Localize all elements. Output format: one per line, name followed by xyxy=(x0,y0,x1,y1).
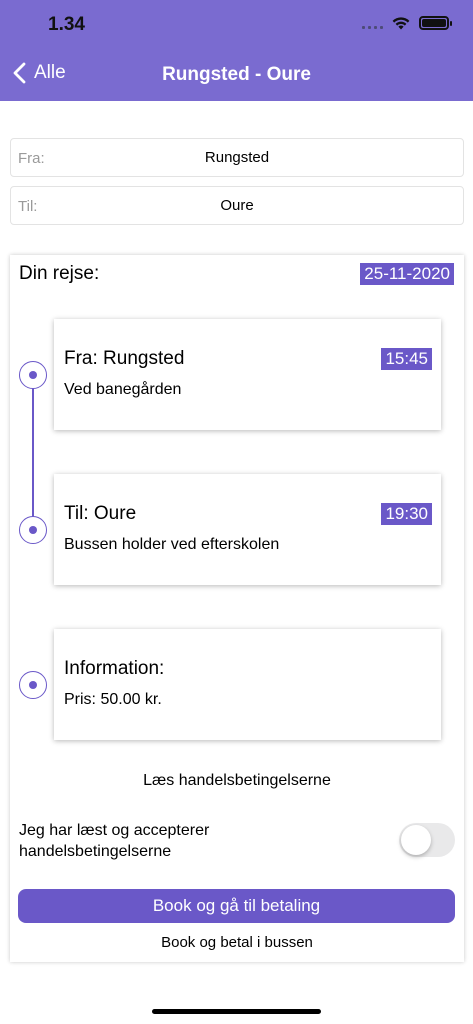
journey-heading: Din rejse: xyxy=(19,263,100,284)
book-pay-in-bus-button[interactable]: Book og betal i bussen xyxy=(10,934,464,951)
departure-title: Fra: Rungsted xyxy=(64,348,185,369)
arrival-time-badge: 19:30 xyxy=(381,503,432,525)
timeline-dot-icon xyxy=(19,671,47,699)
information-title: Information: xyxy=(64,658,165,679)
timeline-dot-icon xyxy=(19,361,47,389)
status-icons xyxy=(362,16,452,30)
battery-icon xyxy=(419,16,452,30)
from-value: Rungsted xyxy=(204,149,270,166)
arrival-stop-card: Til: Oure Bussen holder ved efterskolen … xyxy=(54,474,441,585)
departure-subtitle: Ved banegården xyxy=(64,381,182,398)
accept-terms-label: Jeg har læst og accepterer handelsbeting… xyxy=(19,822,210,860)
arrival-title: Til: Oure xyxy=(64,503,137,524)
navigation-bar: 1.34 Alle Rungsted - Oure xyxy=(0,0,473,101)
signal-icon xyxy=(362,17,383,29)
timeline-line xyxy=(32,375,34,530)
timeline-dot-icon xyxy=(19,516,47,544)
accept-terms-toggle[interactable] xyxy=(399,823,455,857)
departure-time-badge: 15:45 xyxy=(381,348,432,370)
information-card: Information: Pris: 50.00 kr. xyxy=(54,629,441,740)
to-field[interactable]: Til: Oure xyxy=(10,186,464,225)
status-time: 1.34 xyxy=(48,14,85,35)
home-indicator[interactable] xyxy=(152,1009,321,1014)
journey-card: Din rejse: 25-11-2020 Fra: Rungsted Ved … xyxy=(10,255,464,962)
page-title: Rungsted - Oure xyxy=(162,64,311,85)
toggle-knob xyxy=(401,825,431,855)
from-field[interactable]: Fra: Rungsted xyxy=(10,138,464,177)
book-and-pay-button[interactable]: Book og gå til betaling xyxy=(18,889,455,923)
price-text: Pris: 50.00 kr. xyxy=(64,691,162,708)
wifi-icon xyxy=(392,17,410,30)
to-value: Oure xyxy=(220,197,254,214)
terms-link[interactable]: Læs handelsbetingelserne xyxy=(10,772,464,790)
departure-stop-card: Fra: Rungsted Ved banegården 15:45 xyxy=(54,319,441,430)
arrival-subtitle: Bussen holder ved efterskolen xyxy=(64,536,280,553)
date-badge: 25-11-2020 xyxy=(360,263,454,285)
